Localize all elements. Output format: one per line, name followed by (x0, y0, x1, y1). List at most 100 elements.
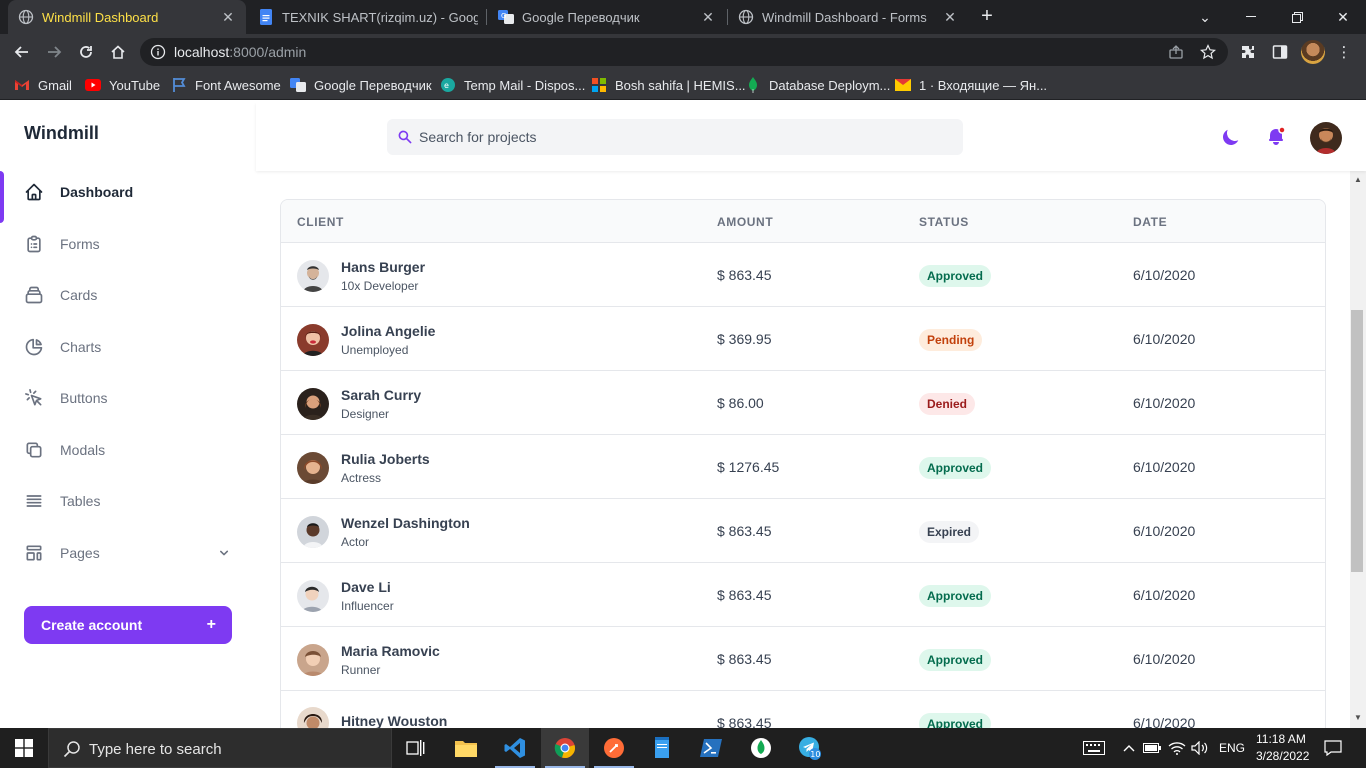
clock-time[interactable]: 11:18 AM (1256, 732, 1306, 746)
search-input[interactable] (419, 119, 949, 155)
sidebar-item-modals[interactable]: Modals (0, 432, 256, 468)
telegram-icon[interactable]: 10 (786, 728, 834, 768)
taskbar-search[interactable]: Type here to search (48, 728, 392, 768)
tab-search-icon[interactable]: ⌄ (1182, 0, 1228, 34)
browser-profile-avatar[interactable] (1301, 40, 1325, 64)
moon-icon[interactable] (1219, 125, 1243, 149)
minimize-button[interactable] (1228, 0, 1274, 34)
sidebar-item-charts[interactable]: Charts (0, 329, 256, 365)
date-cell: 6/10/2020 (1133, 331, 1196, 347)
client-avatar (297, 580, 329, 612)
sidebar-item-dashboard[interactable]: Dashboard (0, 174, 256, 210)
column-header-date: DATE (1133, 215, 1168, 229)
browser-menu-icon[interactable]: ⋮ (1334, 42, 1354, 62)
brand-logo[interactable]: Windmill (24, 123, 99, 144)
notepad-icon[interactable] (638, 728, 686, 768)
client-cell: Rulia Joberts Actress (297, 451, 430, 485)
windows-start-button[interactable] (0, 728, 48, 768)
column-header-amount: AMOUNT (717, 215, 774, 229)
language-indicator[interactable]: ENG (1219, 741, 1245, 755)
client-cell: Hans Burger 10x Developer (297, 259, 425, 293)
scroll-up-icon[interactable]: ▲ (1352, 175, 1364, 185)
postman-icon[interactable] (590, 728, 638, 768)
search-icon (63, 740, 81, 758)
tab-texnik-shart[interactable]: TEXNIK SHART(rizqim.uz) - Goog (248, 0, 488, 34)
telegram-badge: 10 (810, 750, 820, 759)
client-info: Rulia Joberts Actress (341, 451, 430, 485)
wifi-icon[interactable] (1167, 738, 1187, 758)
bookmark-label: Database Deploym... (769, 77, 891, 93)
client-avatar (297, 324, 329, 356)
bookmark-gmail[interactable]: Gmail (14, 76, 72, 94)
task-view-icon[interactable] (392, 728, 440, 768)
bookmarks-bar: Gmail YouTube Font Awesome Google Перево… (0, 70, 1366, 100)
tab-title: Windmill Dashboard - Forms (762, 9, 927, 25)
table-row: Maria Ramovic Runner $ 863.45 Approved 6… (281, 627, 1325, 691)
vscode-icon[interactable] (491, 728, 539, 768)
tab-windmill-dashboard[interactable]: Windmill Dashboard ✕ (8, 0, 246, 34)
client-role: Unemployed (341, 343, 409, 357)
close-tab-icon[interactable]: ✕ (700, 9, 716, 26)
sidebar-item-forms[interactable]: Forms (0, 226, 256, 262)
chevron-up-icon[interactable] (1119, 738, 1139, 758)
sidebar-item-label: Modals (60, 442, 106, 458)
bookmark-temp-mail[interactable]: e Temp Mail - Dispos... (440, 76, 585, 94)
back-button[interactable] (8, 38, 36, 66)
search-box (387, 119, 963, 155)
sidebar-item-buttons[interactable]: Buttons (0, 380, 256, 416)
keyboard-icon[interactable] (1082, 738, 1106, 758)
clock-date[interactable]: 3/28/2022 (1256, 749, 1309, 763)
sidebar-item-tables[interactable]: Tables (0, 483, 256, 519)
close-window-button[interactable]: ✕ (1320, 0, 1366, 34)
chrome-icon[interactable] (541, 728, 589, 768)
bookmark-font-awesome[interactable]: Font Awesome (171, 76, 281, 94)
file-explorer-icon[interactable] (442, 728, 490, 768)
bookmark-star-icon[interactable] (1199, 44, 1217, 60)
bookmark-database-deployments[interactable]: Database Deploym... (745, 76, 890, 94)
bookmark-youtube[interactable]: YouTube (85, 76, 160, 94)
notification-icon[interactable] (1323, 738, 1343, 758)
new-tab-button[interactable]: + (976, 5, 998, 27)
volume-icon[interactable] (1190, 738, 1210, 758)
bookmark-hemis[interactable]: Bosh sahifa | HEMIS... (591, 76, 746, 94)
forward-button[interactable] (40, 38, 68, 66)
client-cell: Maria Ramovic Runner (297, 643, 440, 677)
status-badge: Approved (919, 649, 992, 671)
sidebar-item-pages[interactable]: Pages (0, 535, 256, 571)
date-cell: 6/10/2020 (1133, 523, 1196, 539)
bookmark-yandex-mail[interactable]: 1 · Входящие — Ян... (895, 76, 1047, 94)
scrollbar-thumb[interactable] (1351, 310, 1363, 572)
client-name: Rulia Joberts (341, 451, 430, 467)
reload-button[interactable] (72, 38, 100, 66)
client-cell: Sarah Curry Designer (297, 387, 421, 421)
bell-icon[interactable] (1264, 125, 1288, 149)
browser-tab-strip: Windmill Dashboard ✕ TEXNIK SHART(rizqim… (0, 0, 1366, 34)
create-account-button[interactable]: Create account + (24, 606, 232, 644)
powershell-icon[interactable] (687, 728, 735, 768)
sidebar-item-cards[interactable]: Cards (0, 277, 256, 313)
user-avatar[interactable] (1310, 122, 1342, 154)
share-icon[interactable] (1168, 44, 1184, 60)
tab-google-translate[interactable]: G Google Переводчик ✕ (488, 0, 726, 34)
side-panel-icon[interactable] (1270, 42, 1290, 62)
client-info: Maria Ramovic Runner (341, 643, 440, 677)
bookmark-label: YouTube (109, 77, 161, 93)
close-tab-icon[interactable]: ✕ (220, 9, 236, 26)
create-account-label: Create account (41, 617, 143, 633)
bookmark-google-translate[interactable]: Google Переводчик (290, 76, 432, 94)
scroll-down-icon[interactable]: ▼ (1352, 713, 1364, 723)
battery-icon[interactable] (1142, 738, 1162, 758)
table-row: Dave Li Influencer $ 863.45 Approved 6/1… (281, 563, 1325, 627)
close-tab-icon[interactable]: ✕ (942, 9, 958, 26)
mongodb-compass-icon[interactable] (737, 728, 785, 768)
address-bar[interactable]: localhost:8000/admin (140, 38, 1228, 66)
site-info-icon[interactable] (150, 44, 166, 60)
sidebar: Windmill Dashboard Forms Cards Charts Bu… (0, 103, 256, 728)
client-avatar (297, 707, 329, 728)
home-button[interactable] (104, 38, 132, 66)
chevron-down-icon[interactable] (216, 545, 232, 561)
tab-windmill-forms[interactable]: Windmill Dashboard - Forms ✕ (728, 0, 968, 34)
client-name: Hitney Wouston (341, 713, 448, 728)
extensions-puzzle-icon[interactable] (1238, 42, 1258, 62)
restore-button[interactable] (1274, 0, 1320, 34)
